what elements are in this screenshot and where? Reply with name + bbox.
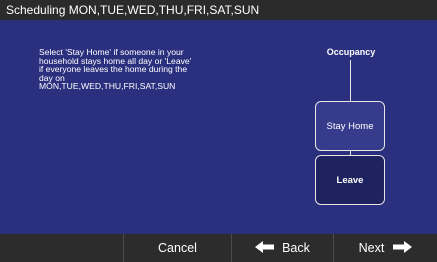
leave-label: Leave [336, 174, 364, 186]
connector-line-top [350, 60, 351, 101]
instructions-line-5: MON,TUE,WED,THU,FRI,SAT,SUN [39, 81, 176, 92]
next-label: Next [358, 241, 385, 255]
back-button[interactable]: Back [232, 234, 334, 262]
page-title: Scheduling MON,TUE,WED,THU,FRI,SAT,SUN [6, 3, 260, 17]
stay-home-button[interactable]: Stay Home [315, 101, 385, 151]
stay-home-label: Stay Home [326, 120, 374, 132]
instructions-text: Select 'Stay Home' if someone in your ho… [39, 48, 259, 91]
content-area: Select 'Stay Home' if someone in your ho… [0, 20, 437, 234]
leave-button[interactable]: Leave [315, 155, 385, 205]
occupancy-title: Occupancy [326, 47, 376, 57]
next-button[interactable]: Next [334, 234, 437, 262]
empty-nav-slot [0, 234, 124, 262]
arrow-right-icon [392, 240, 413, 256]
title-bar: Scheduling MON,TUE,WED,THU,FRI,SAT,SUN [0, 0, 437, 20]
instructions-line-3: if everyone leaves the home during the [39, 64, 188, 75]
cancel-button[interactable]: Cancel [124, 234, 232, 262]
navigation-bar: Cancel Back Next [0, 234, 437, 262]
arrow-left-icon [255, 240, 275, 256]
back-label: Back [282, 241, 310, 255]
cancel-label: Cancel [158, 241, 197, 255]
scheduling-screen: Scheduling MON,TUE,WED,THU,FRI,SAT,SUN S… [0, 0, 437, 262]
